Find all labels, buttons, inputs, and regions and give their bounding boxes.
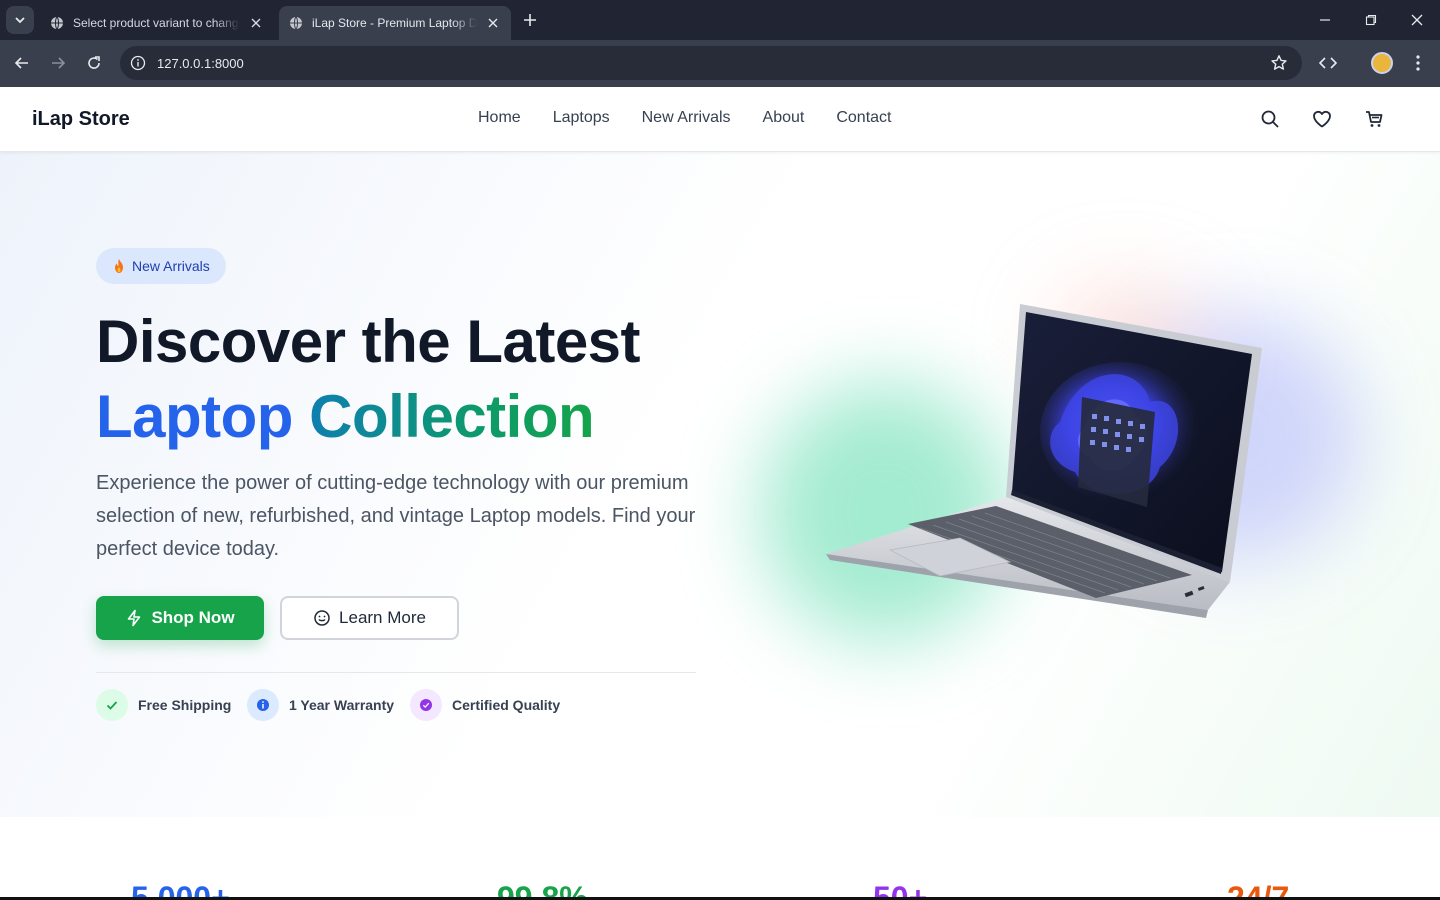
site-header: iLap Store Home Laptops New Arrivals Abo… (0, 87, 1440, 152)
learn-more-button[interactable]: Learn More (280, 596, 459, 640)
code-icon[interactable] (1314, 49, 1342, 77)
hero-description: Experience the power of cutting-edge tec… (96, 472, 696, 560)
feature-certified: Certified Quality (410, 689, 560, 721)
close-icon[interactable] (248, 15, 264, 31)
info-icon[interactable] (130, 55, 146, 71)
new-arrivals-badge: New Arrivals (96, 248, 226, 284)
globe-icon (51, 16, 63, 30)
tab-title: iLap Store - Premium Laptop Deals (312, 16, 477, 30)
store-logo[interactable]: iLap Store (32, 108, 130, 131)
close-window-icon[interactable] (1394, 0, 1440, 40)
forward-icon[interactable] (44, 49, 72, 77)
browser-tab-bar: Select product variant to change iLap St… (0, 0, 1440, 40)
search-icon[interactable] (1258, 107, 1282, 131)
badge-label: New Arrivals (132, 258, 210, 274)
browser-tab-inactive[interactable]: Select product variant to change (40, 6, 274, 40)
address-bar[interactable]: 127.0.0.1:8000 (120, 46, 1302, 80)
nav-new-arrivals[interactable]: New Arrivals (642, 109, 731, 127)
learn-more-label: Learn More (339, 608, 426, 627)
tab-search-icon[interactable] (6, 6, 34, 34)
hero-section: New Arrivals Discover the Latest Laptop … (0, 152, 1440, 817)
nav-home[interactable]: Home (478, 109, 521, 127)
restore-icon[interactable] (1348, 0, 1394, 40)
smile-icon (314, 610, 330, 626)
plus-icon[interactable] (518, 8, 542, 32)
browser-toolbar: 127.0.0.1:8000 (0, 40, 1440, 87)
reload-icon[interactable] (80, 49, 108, 77)
nav-laptops[interactable]: Laptops (553, 109, 610, 127)
cart-icon[interactable] (1362, 107, 1386, 131)
heart-icon[interactable] (1310, 107, 1334, 131)
check-icon (96, 689, 128, 721)
nav-contact[interactable]: Contact (836, 109, 891, 127)
back-icon[interactable] (8, 49, 36, 77)
minimize-icon[interactable] (1302, 0, 1348, 40)
lightning-icon (128, 609, 141, 627)
feature-free-shipping: Free Shipping (96, 689, 231, 721)
globe-icon (290, 16, 302, 30)
laptop-product-image (826, 304, 1262, 618)
certified-icon (410, 689, 442, 721)
hero-title-word-collection: Collection (309, 383, 595, 450)
main-nav: Home Laptops New Arrivals About Contact (478, 109, 891, 127)
profile-avatar[interactable] (1368, 49, 1396, 77)
hero-title-word-laptop: Laptop (96, 383, 293, 450)
hero-title-line1: Discover the Latest (96, 308, 641, 375)
feature-label: Free Shipping (138, 697, 232, 713)
fire-icon (115, 259, 123, 273)
browser-tab-active[interactable]: iLap Store - Premium Laptop Deals (279, 6, 511, 40)
star-icon[interactable] (1270, 54, 1288, 72)
tab-title: Select product variant to change (73, 16, 240, 30)
hero-title-line2: Laptop Collection (96, 382, 595, 451)
shop-now-button[interactable]: Shop Now (96, 596, 264, 640)
close-icon[interactable] (485, 15, 501, 31)
hero-divider (96, 672, 696, 673)
nav-about[interactable]: About (763, 109, 805, 127)
info-badge-icon (247, 689, 279, 721)
feature-warranty: 1 Year Warranty (247, 689, 394, 721)
feature-label: Certified Quality (452, 697, 561, 713)
menu-dots-icon[interactable] (1404, 49, 1432, 77)
url-text[interactable]: 127.0.0.1:8000 (157, 56, 244, 71)
shop-now-label: Shop Now (151, 608, 235, 627)
stats-section: 5,000+ 99.8% 50+ 24/7 (0, 817, 1440, 900)
feature-label: 1 Year Warranty (289, 697, 395, 713)
